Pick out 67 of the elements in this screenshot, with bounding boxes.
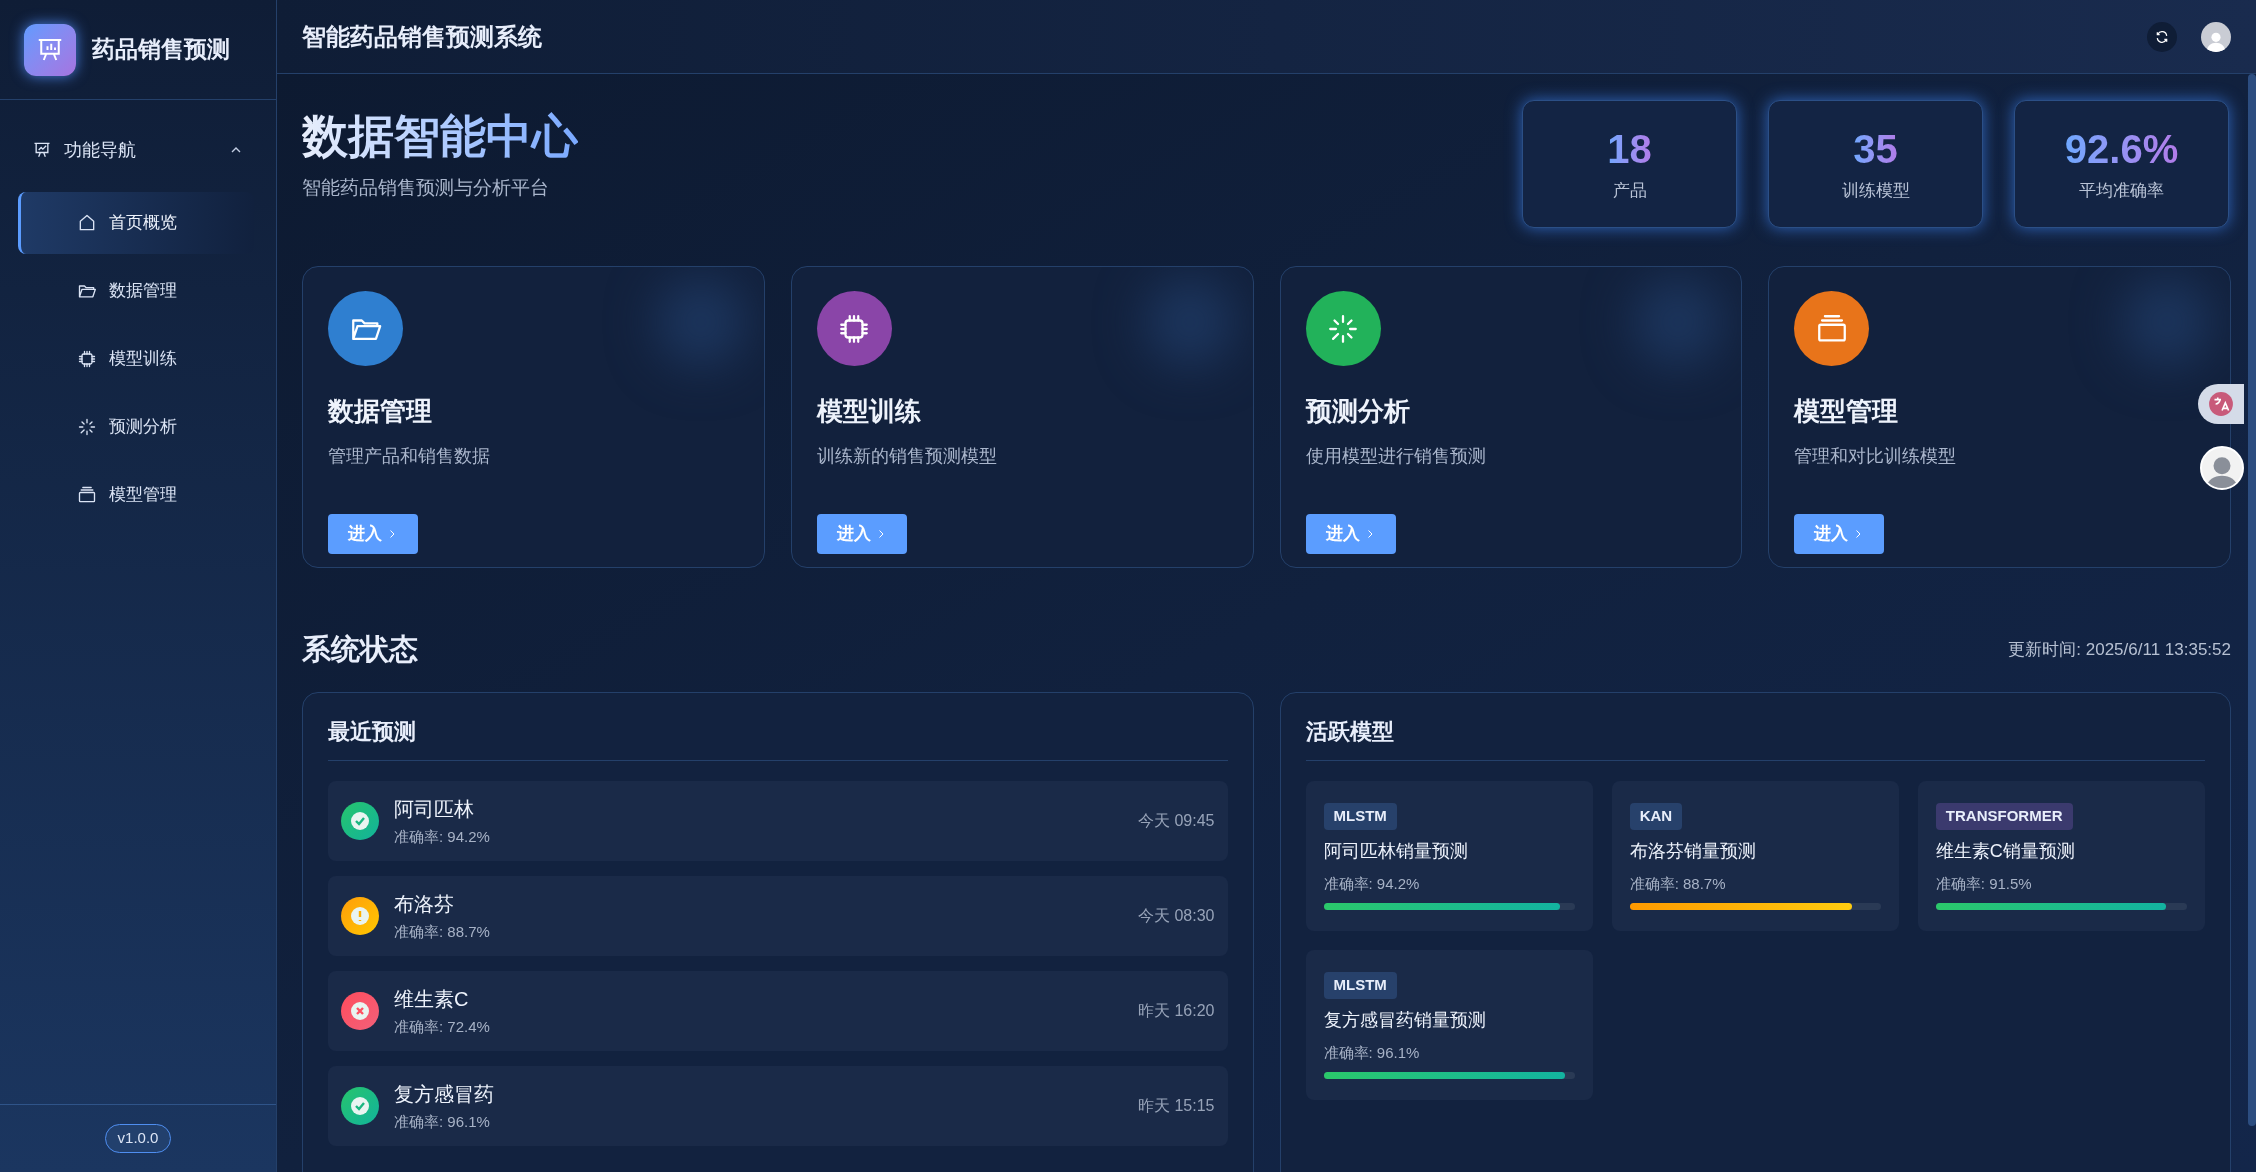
drug-name: 阿司匹林	[394, 796, 475, 822]
presentation-board-logo-icon	[24, 23, 76, 76]
card-title: 模型管理	[1794, 395, 1900, 428]
card-description: 训练新的销售预测模型	[816, 445, 998, 468]
panel-title: 最近预测	[328, 715, 1228, 761]
nav-item[interactable]: 预测分析	[18, 396, 254, 458]
prediction-time: 昨天 15:15	[1138, 1096, 1215, 1116]
page-subtitle: 智能药品销售预测与分析平台	[302, 175, 550, 200]
drug-name: 布洛芬	[394, 891, 455, 917]
chip-icon	[77, 349, 97, 369]
sparkle-icon	[77, 417, 97, 437]
stat-label: 平均准确率	[2079, 180, 2164, 203]
panel-title: 活跃模型	[1305, 715, 2205, 761]
card-title: 数据管理	[328, 395, 433, 428]
accuracy-text: 准确率: 72.4%	[394, 1016, 491, 1037]
model-type-tag: KAN	[1629, 803, 1683, 830]
nav-item[interactable]: 模型管理	[18, 464, 254, 526]
model-card[interactable]: KAN 布洛芬销量预测 准确率: 88.7%	[1611, 781, 1899, 931]
prediction-time: 昨天 16:20	[1138, 1001, 1215, 1021]
prediction-row[interactable]: 复方感冒药 准确率: 96.1% 昨天 15:15	[328, 1066, 1228, 1146]
accuracy-text: 准确率: 94.2%	[394, 826, 491, 847]
model-type-tag: MLSTM	[1323, 803, 1397, 830]
stacked-tray-icon	[77, 485, 97, 505]
card-title: 预测分析	[1305, 395, 1411, 428]
model-card[interactable]: MLSTM 阿司匹林销量预测 准确率: 94.2%	[1305, 781, 1593, 931]
card-description: 使用模型进行销售预测	[1305, 445, 1487, 468]
prediction-time: 今天 08:30	[1138, 906, 1215, 926]
refresh-icon	[2155, 29, 2169, 44]
model-card[interactable]: MLSTM 复方感冒药销量预测 准确率: 96.1%	[1305, 950, 1593, 1100]
refresh-button[interactable]	[2147, 21, 2177, 52]
accuracy-text: 准确率: 91.5%	[1935, 873, 2033, 894]
model-name: 阿司匹林销量预测	[1323, 839, 1469, 863]
model-type-tag: MLSTM	[1323, 972, 1397, 999]
model-card[interactable]: TRANSFORMER 维生素C销量预测 准确率: 91.5%	[1917, 781, 2205, 931]
card-description: 管理产品和销售数据	[328, 445, 491, 468]
accuracy-text: 准确率: 96.1%	[394, 1111, 491, 1132]
chart-board-icon	[32, 140, 52, 160]
scrollbar-thumb[interactable]	[2248, 74, 2256, 1126]
home-icon	[77, 213, 97, 233]
model-name: 维生素C销量预测	[1935, 839, 2076, 863]
prediction-time: 今天 09:45	[1138, 811, 1215, 831]
stat-label: 产品	[1612, 180, 1647, 203]
system-title: 智能药品销售预测系统	[302, 21, 543, 52]
user-avatar-icon[interactable]	[2201, 21, 2231, 52]
prediction-row[interactable]: 维生素C 准确率: 72.4% 昨天 16:20	[328, 971, 1228, 1051]
section-title: 系统状态	[302, 632, 418, 668]
version-badge: v1.0.0	[104, 1124, 172, 1153]
prediction-row[interactable]: 布洛芬 准确率: 88.7% 今天 08:30	[328, 876, 1228, 956]
drug-name: 维生素C	[394, 986, 470, 1012]
app-title: 药品销售预测	[92, 35, 230, 65]
nav-item[interactable]: 模型训练	[18, 328, 254, 390]
model-name: 布洛芬销量预测	[1629, 839, 1757, 863]
update-time: 更新时间: 2025/6/11 13:35:52	[2008, 639, 2231, 662]
card-title: 模型训练	[816, 395, 922, 428]
accuracy-text: 准确率: 96.1%	[1323, 1042, 1421, 1063]
translate-icon[interactable]	[2198, 384, 2244, 424]
prediction-row[interactable]: 阿司匹林 准确率: 94.2% 今天 09:45	[328, 781, 1228, 861]
model-type-tag: TRANSFORMER	[1935, 803, 2073, 830]
accuracy-text: 准确率: 88.7%	[1629, 873, 1727, 894]
card-description: 管理和对比训练模型	[1794, 445, 1958, 468]
model-name: 复方感冒药销量预测	[1323, 1008, 1487, 1032]
accuracy-text: 准确率: 88.7%	[394, 921, 491, 942]
nav-item[interactable]: 数据管理	[18, 260, 254, 322]
accuracy-text: 准确率: 94.2%	[1323, 873, 1421, 894]
drug-name: 复方感冒药	[394, 1081, 495, 1107]
nav-group-header[interactable]: 功能导航	[0, 132, 276, 168]
stat-label: 训练模型	[1841, 180, 1910, 203]
